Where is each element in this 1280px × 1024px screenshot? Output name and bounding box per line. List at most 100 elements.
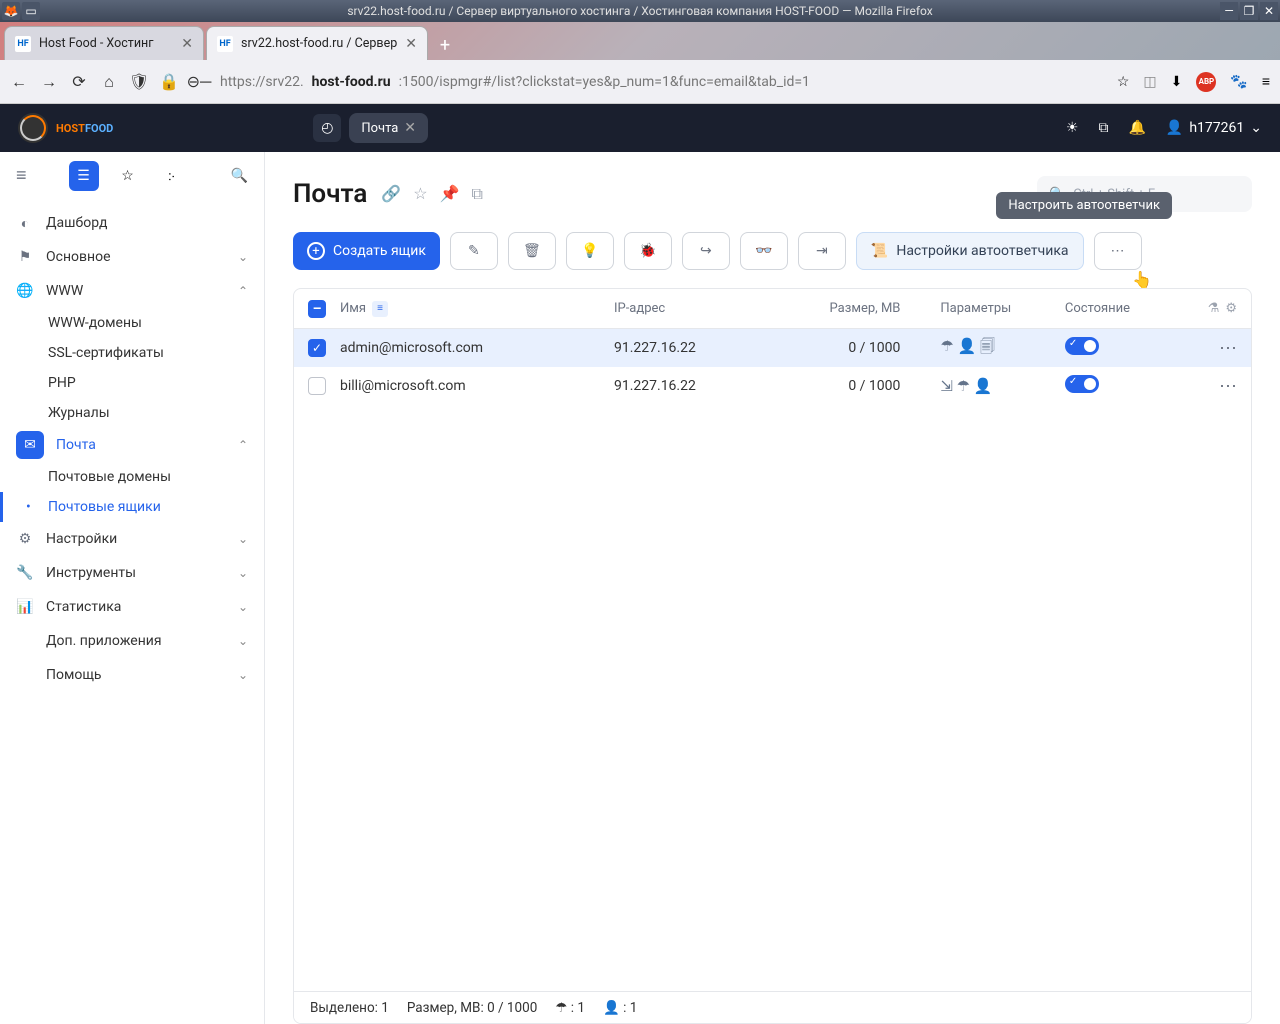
minimize-button[interactable]: — bbox=[1220, 2, 1238, 20]
extension2-icon[interactable]: 🐾 bbox=[1230, 74, 1247, 90]
sidebar-item-dashboard[interactable]: ◐Дашборд bbox=[0, 206, 264, 240]
col-state[interactable]: Состояние bbox=[1065, 301, 1177, 316]
view-button[interactable]: 👓 bbox=[740, 232, 788, 270]
search-sidebar-icon[interactable]: 🔍 bbox=[231, 168, 248, 184]
wrench-icon: 🔧 bbox=[16, 565, 34, 581]
bulb-icon: 💡 bbox=[581, 243, 598, 259]
sidebar-item-stats[interactable]: 📊Статистика⌄ bbox=[0, 590, 264, 624]
create-button[interactable]: + Создать ящик bbox=[293, 232, 440, 270]
sidebar-sub-mail-domains[interactable]: Почтовые домены bbox=[0, 462, 264, 492]
sidebar: ≡ ☰ ☆ ჻ 🔍 ◐Дашборд ⚑Основное⌄ 🌐WWW⌃ WWW-… bbox=[0, 152, 265, 1024]
home-button[interactable]: ⌂ bbox=[100, 73, 118, 91]
row-checkbox[interactable]: ✓ bbox=[308, 339, 326, 357]
firefox-icon[interactable]: 🦊 bbox=[2, 2, 20, 20]
debug-button[interactable]: 🐞 bbox=[624, 232, 672, 270]
sliders-icon: ⚙ bbox=[16, 531, 34, 547]
favorite-view-icon[interactable]: ☆ bbox=[113, 161, 143, 191]
col-name[interactable]: Имя≡ bbox=[340, 301, 614, 317]
address-bar: ← → ⟳ ⌂ 🛡 🔒 ⊖─ https://srv22.host-food.r… bbox=[0, 60, 1280, 104]
row-menu[interactable]: ⋯ bbox=[1177, 338, 1237, 359]
new-tab-button[interactable]: + bbox=[430, 30, 460, 60]
sidebar-item-extra[interactable]: Доп. приложения⌄ bbox=[0, 624, 264, 658]
sidebar-sub-www-domains[interactable]: WWW-домены bbox=[0, 308, 264, 338]
bookmark-icon[interactable]: ☆ bbox=[1117, 74, 1130, 90]
forward-button[interactable]: ↪ bbox=[682, 232, 730, 270]
star-icon[interactable]: ☆ bbox=[413, 184, 427, 204]
col-params[interactable]: Параметры bbox=[940, 301, 1065, 316]
logo[interactable]: HOSTFOOD bbox=[18, 113, 113, 143]
tab-label: Host Food - Хостинг bbox=[39, 36, 154, 51]
page-title: Почта bbox=[293, 179, 367, 209]
row-checkbox[interactable] bbox=[308, 377, 326, 395]
sidebar-sub-ssl[interactable]: SSL-сертификаты bbox=[0, 338, 264, 368]
gear-icon[interactable]: ⚙ bbox=[1225, 301, 1237, 316]
trash-icon: 🗑 bbox=[523, 243, 541, 259]
pin-icon[interactable]: 📌 bbox=[440, 184, 460, 204]
sidebar-item-help[interactable]: Помощь⌄ bbox=[0, 658, 264, 692]
delete-button[interactable]: 🗑 bbox=[508, 232, 556, 270]
login-button[interactable]: ⇥ bbox=[798, 232, 846, 270]
sidebar-sub-mailboxes[interactable]: Почтовые ящики bbox=[0, 492, 264, 522]
table-row[interactable]: billi@microsoft.com 91.227.16.22 0 / 100… bbox=[294, 367, 1251, 405]
theme-icon[interactable]: ☀ bbox=[1066, 120, 1079, 136]
history-icon[interactable]: ◴ bbox=[313, 114, 341, 142]
tab-close-icon[interactable]: ✕ bbox=[181, 36, 193, 52]
reload-button[interactable]: ⟳ bbox=[70, 73, 88, 91]
col-size[interactable]: Размер, МВ bbox=[776, 301, 941, 316]
url-input[interactable]: https://srv22.host-food.ru:1500/ispmgr#/… bbox=[220, 74, 1105, 90]
state-toggle[interactable] bbox=[1065, 375, 1099, 393]
os-titlebar: 🦊 ▭ srv22.host-food.ru / Сервер виртуаль… bbox=[0, 0, 1280, 22]
chevron-up-icon: ⌃ bbox=[238, 438, 248, 452]
sidebar-item-www[interactable]: 🌐WWW⌃ bbox=[0, 274, 264, 308]
forward-button[interactable]: → bbox=[40, 73, 58, 91]
favicon-icon: HF bbox=[217, 36, 233, 52]
sidebar-sub-logs[interactable]: Журналы bbox=[0, 398, 264, 428]
browser-tab-2[interactable]: HF srv22.host-food.ru / Сервер ✕ bbox=[206, 26, 428, 60]
sidebar-item-mail[interactable]: ✉Почта⌃ bbox=[0, 428, 264, 462]
notifications-icon[interactable]: 🔔 bbox=[1128, 120, 1145, 136]
autoresponder-button[interactable]: 📜 Настройки автоответчика bbox=[856, 232, 1084, 270]
back-button[interactable]: ← bbox=[10, 73, 28, 91]
hint-button[interactable]: 💡 bbox=[566, 232, 614, 270]
shield-icon[interactable]: 🛡 bbox=[130, 73, 148, 91]
download-icon[interactable]: ⬇ bbox=[1171, 74, 1183, 90]
sidebar-item-settings[interactable]: ⚙Настройки⌄ bbox=[0, 522, 264, 556]
permissions-icon[interactable]: ⊖─ bbox=[190, 73, 208, 91]
dots-icon: ⋯ bbox=[1111, 243, 1125, 259]
row-menu[interactable]: ⋯ bbox=[1177, 376, 1237, 397]
edit-button[interactable]: ✎ bbox=[450, 232, 498, 270]
scroll-icon: 📜 bbox=[871, 243, 888, 259]
filter-icon[interactable]: ⚗ bbox=[1208, 301, 1220, 316]
maximize-button[interactable]: ❐ bbox=[1240, 2, 1258, 20]
menu-button[interactable]: ≡ bbox=[1262, 73, 1270, 90]
table-header: – Имя≡ IP-адрес Размер, МВ Параметры Сос… bbox=[294, 289, 1251, 329]
panel-icon[interactable]: ⧉ bbox=[1098, 120, 1108, 136]
tree-view-icon[interactable]: ჻ bbox=[157, 161, 187, 191]
tooltip: Настроить автоответчик bbox=[996, 192, 1172, 219]
checkbox-all[interactable]: – bbox=[308, 300, 326, 318]
abp-icon[interactable]: ABP bbox=[1196, 72, 1216, 92]
link-icon[interactable]: 🔗 bbox=[381, 184, 401, 204]
browser-tab-1[interactable]: HF Host Food - Хостинг ✕ bbox=[4, 26, 204, 60]
more-button[interactable]: ⋯ bbox=[1094, 232, 1142, 270]
state-toggle[interactable] bbox=[1065, 337, 1099, 355]
tab-close-icon[interactable]: ✕ bbox=[405, 36, 417, 52]
copy-icon[interactable]: ⧉ bbox=[472, 184, 483, 204]
list-view-button[interactable]: ☰ bbox=[69, 161, 99, 191]
forward-icon: ↪ bbox=[700, 243, 712, 259]
extension-icon[interactable]: ◫ bbox=[1143, 74, 1156, 90]
chevron-up-icon: ⌃ bbox=[238, 284, 248, 298]
table-row[interactable]: ✓ admin@microsoft.com 91.227.16.22 0 / 1… bbox=[294, 329, 1251, 367]
globe-icon: 🌐 bbox=[16, 283, 34, 299]
header-tab-mail[interactable]: Почта ✕ bbox=[349, 113, 428, 143]
user-menu[interactable]: 👤 h177261 ⌄ bbox=[1166, 120, 1262, 136]
app-icon[interactable]: ▭ bbox=[22, 2, 40, 20]
sidebar-item-main[interactable]: ⚑Основное⌄ bbox=[0, 240, 264, 274]
menu-toggle[interactable]: ≡ bbox=[16, 165, 27, 186]
sidebar-sub-php[interactable]: PHP bbox=[0, 368, 264, 398]
sidebar-item-tools[interactable]: 🔧Инструменты⌄ bbox=[0, 556, 264, 590]
close-button[interactable]: ✕ bbox=[1260, 2, 1278, 20]
close-tab-icon[interactable]: ✕ bbox=[404, 120, 416, 136]
lock-icon[interactable]: 🔒 bbox=[160, 73, 178, 91]
col-ip[interactable]: IP-адрес bbox=[614, 301, 776, 316]
